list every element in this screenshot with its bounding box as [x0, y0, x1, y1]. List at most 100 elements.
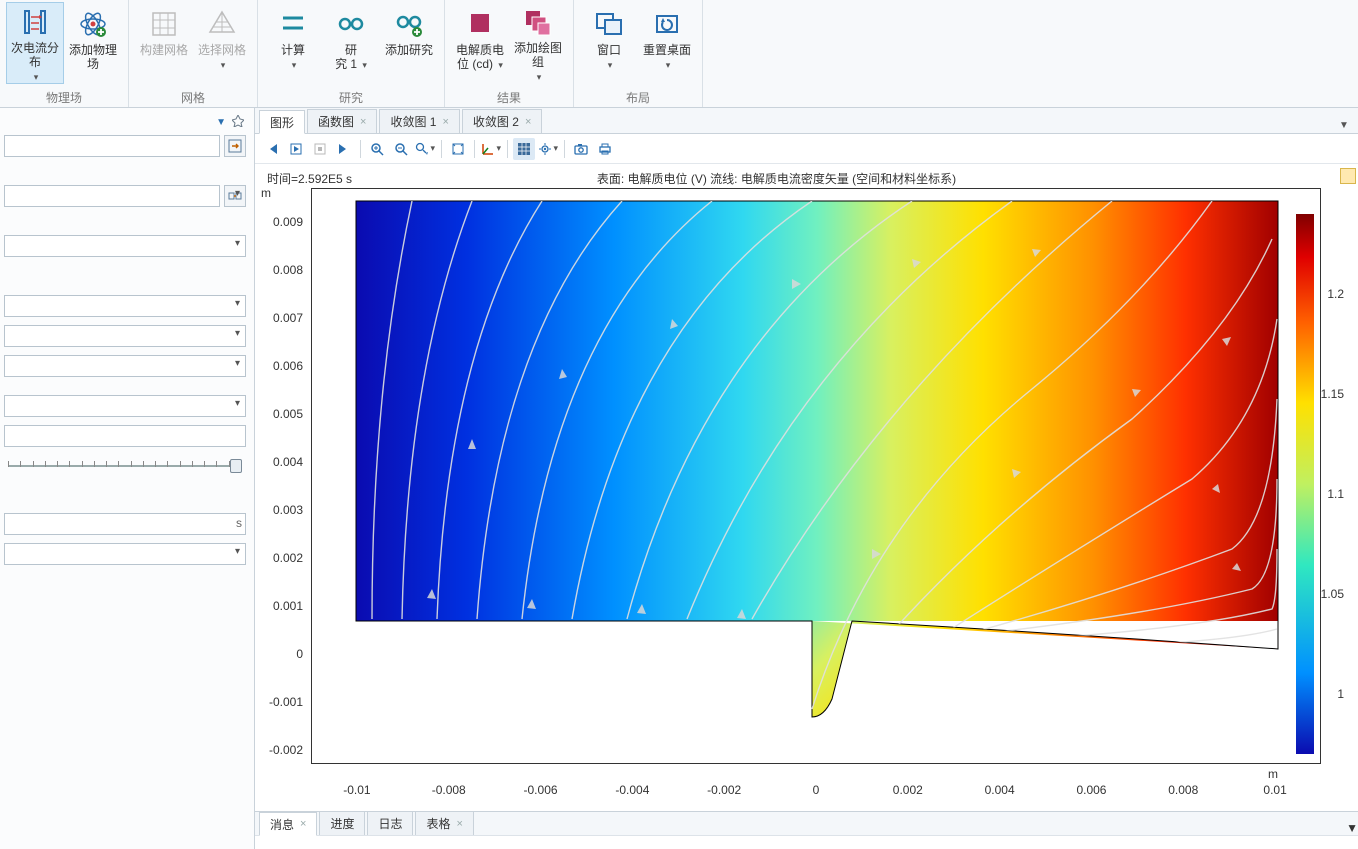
- settings-input-1[interactable]: [4, 135, 220, 157]
- link-button[interactable]: [224, 185, 246, 207]
- colorbar-tick: 1.2: [1327, 287, 1344, 301]
- ribbon-plot-cd[interactable]: 电解质电位 (cd) ▾: [451, 2, 509, 84]
- bottom-tabs: 消息 × 进度日志 表格 × ▼: [255, 812, 1358, 836]
- ribbon-item-label: 重置桌面▾: [643, 43, 691, 72]
- x-tick: -0.01: [343, 783, 370, 797]
- plot-title: 表面: 电解质电位 (V) 流线: 电解质电流密度矢量 (空间和材料坐标系): [255, 170, 1298, 187]
- pin-icon[interactable]: [232, 115, 246, 129]
- tab-label: 函数图: [318, 113, 354, 130]
- ribbon-current-dist[interactable]: 次电流分布▾: [6, 2, 64, 84]
- anim-play-icon[interactable]: [285, 138, 307, 160]
- tab-函数图[interactable]: 函数图 ×: [307, 109, 377, 133]
- scene-light-icon[interactable]: ▾: [537, 138, 559, 160]
- ribbon-group-label: 物理场: [46, 89, 82, 107]
- settings-combo-4[interactable]: [4, 325, 246, 347]
- build-mesh-icon: [147, 7, 181, 41]
- anim-first-icon[interactable]: [261, 138, 283, 160]
- x-tick: 0.01: [1263, 783, 1286, 797]
- add-plotgroup-icon: [521, 7, 555, 39]
- panel-menu-dropdown[interactable]: ▼: [216, 117, 226, 128]
- settings-input-2[interactable]: [4, 425, 246, 447]
- tab-收敛图 2[interactable]: 收敛图 2×: [462, 109, 542, 133]
- settings-input-time[interactable]: [4, 513, 246, 535]
- settings-combo-1[interactable]: [4, 185, 220, 207]
- anim-stop-icon[interactable]: [309, 138, 331, 160]
- ribbon-group-label: 研究: [339, 89, 363, 107]
- colorbar-tick: 1.1: [1327, 487, 1344, 501]
- expand-panel-icon[interactable]: [1340, 168, 1356, 184]
- settings-combo-3[interactable]: [4, 295, 246, 317]
- goto-button[interactable]: [224, 135, 246, 157]
- ribbon-add-physics[interactable]: 添加物理场: [64, 2, 122, 84]
- colorbar: [1296, 214, 1314, 754]
- ribbon-item-label: 添加物理场: [65, 43, 121, 71]
- ribbon-build-mesh[interactable]: 构建网格: [135, 2, 193, 84]
- x-tick: -0.006: [524, 783, 558, 797]
- unit-label: s: [236, 516, 242, 530]
- colorbar-tick: 1.05: [1321, 587, 1344, 601]
- select-mesh-icon: [205, 7, 239, 41]
- zoom-in-icon[interactable]: [366, 138, 388, 160]
- settings-combo-2[interactable]: [4, 235, 246, 257]
- bottom-tabs-menu[interactable]: ▼: [1346, 821, 1358, 835]
- tab-label: 日志: [378, 815, 402, 832]
- bottom-tab-表格[interactable]: 表格 ×: [415, 811, 473, 835]
- graphics-panel: 图形函数图×收敛图 1×收敛图 2× ▼ ▾ ▾ ▾: [255, 108, 1358, 849]
- ribbon-add-study[interactable]: 添加研究: [380, 2, 438, 84]
- close-icon[interactable]: ×: [300, 818, 306, 830]
- x-tick: -0.004: [615, 783, 649, 797]
- x-tick: 0: [813, 783, 820, 797]
- ribbon-add-plotgroup[interactable]: 添加绘图组▾: [509, 2, 567, 84]
- tab-label: 表格: [426, 815, 450, 832]
- bottom-tab-消息[interactable]: 消息 ×: [259, 812, 317, 836]
- y-tick: 0.002: [255, 551, 303, 565]
- settings-combo-6[interactable]: [4, 395, 246, 417]
- ribbon-item-label: 研究 1 ▾: [335, 43, 367, 72]
- close-icon[interactable]: ×: [442, 116, 448, 128]
- zoom-out-icon[interactable]: [390, 138, 412, 160]
- anim-last-icon[interactable]: [333, 138, 355, 160]
- current-dist-icon: [18, 7, 52, 39]
- tabs-menu-dropdown[interactable]: ▼: [1336, 117, 1352, 133]
- close-icon[interactable]: ×: [525, 116, 531, 128]
- x-tick: 0.002: [893, 783, 923, 797]
- tab-收敛图 1[interactable]: 收敛图 1 ×: [379, 109, 459, 133]
- close-icon[interactable]: ×: [360, 116, 366, 128]
- main-area: ▼: [0, 108, 1358, 849]
- tab-label: 收敛图 1: [390, 113, 436, 130]
- x-tick: 0.004: [985, 783, 1015, 797]
- ribbon-reset-desktop[interactable]: 重置桌面▾: [638, 2, 696, 84]
- ribbon-compute[interactable]: 计算▾: [264, 2, 322, 84]
- zoom-extents-icon[interactable]: [447, 138, 469, 160]
- ribbon-item-label: 计算▾: [281, 43, 305, 72]
- snapshot-icon[interactable]: [570, 138, 592, 160]
- bottom-tab-日志[interactable]: 日志: [367, 811, 413, 835]
- compute-icon: [276, 7, 310, 41]
- add-study-icon: [392, 7, 426, 41]
- study-icon: [334, 7, 368, 41]
- colorbar-tick: 1: [1337, 687, 1344, 701]
- y-tick: 0.004: [255, 455, 303, 469]
- ribbon-item-label: 选择网格▾: [198, 43, 246, 72]
- tab-图形[interactable]: 图形: [259, 110, 305, 134]
- x-tick: -0.008: [432, 783, 466, 797]
- time-slider[interactable]: [8, 456, 242, 476]
- zoom-box-icon[interactable]: ▾: [414, 138, 436, 160]
- reset-desktop-icon: [650, 7, 684, 41]
- plot-area[interactable]: 时间=2.592E5 s 表面: 电解质电位 (V) 流线: 电解质电流密度矢量…: [255, 164, 1358, 811]
- ribbon-select-mesh[interactable]: 选择网格▾: [193, 2, 251, 84]
- settings-panel: ▼: [0, 108, 255, 849]
- settings-combo-7[interactable]: [4, 543, 246, 565]
- bottom-tab-进度[interactable]: 进度: [319, 811, 365, 835]
- tab-label: 消息: [270, 816, 294, 833]
- ribbon-study[interactable]: 研究 1 ▾: [322, 2, 380, 84]
- close-icon[interactable]: ×: [457, 818, 463, 830]
- print-icon[interactable]: [594, 138, 616, 160]
- content-tabs: 图形函数图×收敛图 1×收敛图 2× ▼: [255, 108, 1358, 134]
- axes-icon[interactable]: ▾: [480, 138, 502, 160]
- ribbon-item-label: 添加研究: [385, 43, 433, 57]
- ribbon-group-label: 网格: [181, 89, 205, 107]
- settings-combo-5[interactable]: [4, 355, 246, 377]
- grid-icon[interactable]: [513, 138, 535, 160]
- ribbon-window[interactable]: 窗口▾: [580, 2, 638, 84]
